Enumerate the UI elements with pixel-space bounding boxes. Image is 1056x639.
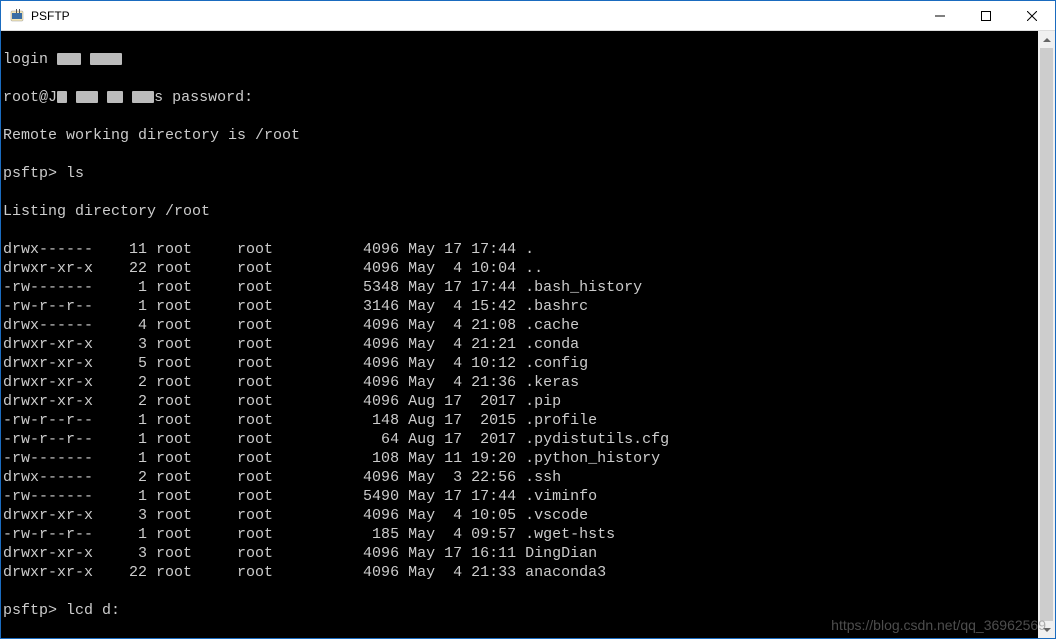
redacted-text xyxy=(90,53,122,65)
maximize-button[interactable] xyxy=(963,1,1009,30)
redacted-text xyxy=(76,91,98,103)
command: ls xyxy=(66,165,84,182)
terminal-line: login xyxy=(3,50,1036,69)
app-icon xyxy=(9,8,25,24)
scroll-thumb[interactable] xyxy=(1040,48,1053,621)
password-suffix: s password: xyxy=(154,89,253,106)
scroll-down-arrow[interactable] xyxy=(1038,621,1055,638)
terminal-line: Remote working directory is /root xyxy=(3,126,1036,145)
redacted-text xyxy=(132,91,154,103)
redacted-text xyxy=(57,91,67,103)
terminal-line: Listing directory /root xyxy=(3,202,1036,221)
scroll-up-arrow[interactable] xyxy=(1038,31,1055,48)
password-prefix: root@J xyxy=(3,89,57,106)
app-window: PSFTP login root@J s password: Remote wo… xyxy=(0,0,1056,639)
close-button[interactable] xyxy=(1009,1,1055,30)
terminal-line: psftp> lcd d: xyxy=(3,601,1036,620)
redacted-text xyxy=(107,91,123,103)
minimize-button[interactable] xyxy=(917,1,963,30)
terminal-line: psftp> ls xyxy=(3,164,1036,183)
directory-listing: drwx------ 11 root root 4096 May 17 17:4… xyxy=(3,241,669,581)
terminal-area: login root@J s password: Remote working … xyxy=(1,31,1055,638)
prompt: psftp> xyxy=(3,165,57,182)
terminal-line: root@J s password: xyxy=(3,88,1036,107)
window-title: PSFTP xyxy=(31,9,917,23)
redacted-text xyxy=(57,53,81,65)
scroll-track[interactable] xyxy=(1038,48,1055,621)
title-bar[interactable]: PSFTP xyxy=(1,1,1055,31)
terminal-output[interactable]: login root@J s password: Remote working … xyxy=(1,31,1038,638)
prompt: psftp> xyxy=(3,602,57,619)
vertical-scrollbar[interactable] xyxy=(1038,31,1055,638)
login-label: login xyxy=(3,51,57,68)
command: lcd d: xyxy=(66,602,120,619)
window-controls xyxy=(917,1,1055,30)
